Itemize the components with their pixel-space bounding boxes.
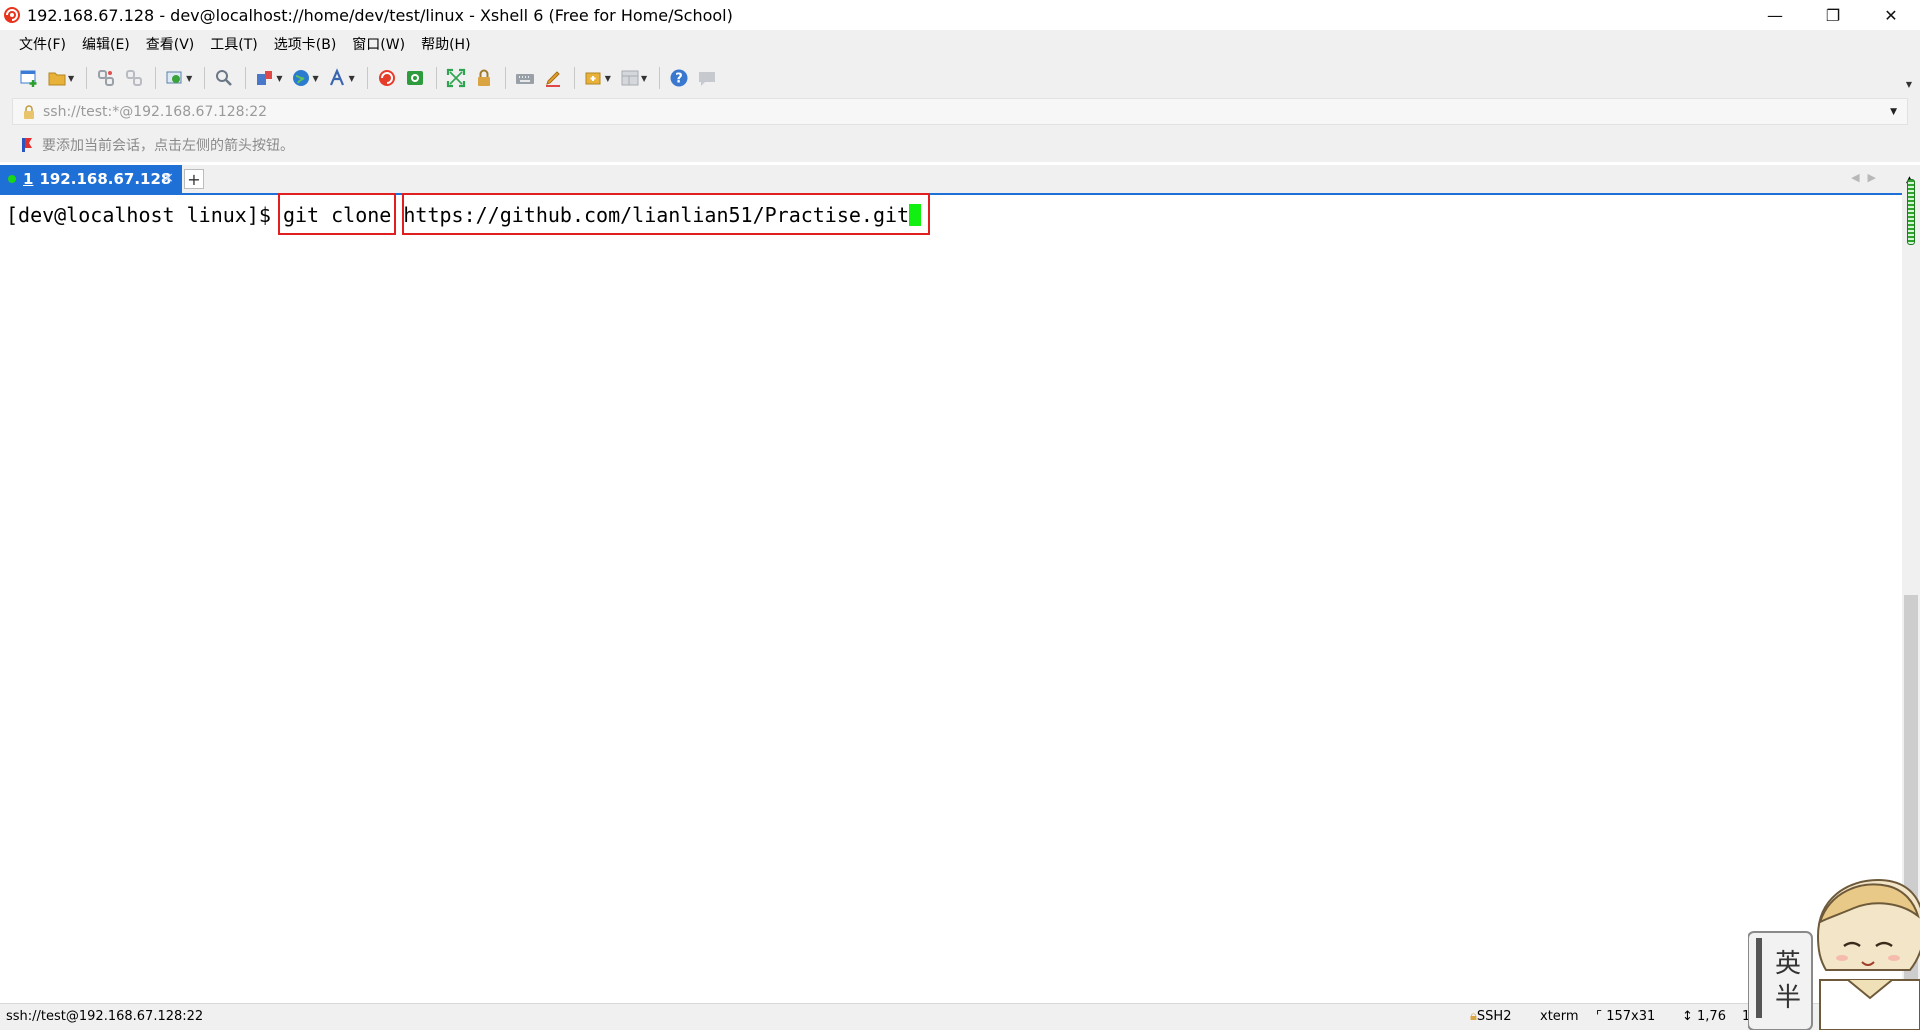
globe-icon[interactable] bbox=[288, 65, 314, 91]
status-bar: ssh://test@192.168.67.128:22 🔒︎SSH2 xter… bbox=[0, 1003, 1920, 1030]
toolbar-separator bbox=[435, 67, 437, 89]
toolbar-separator bbox=[86, 67, 88, 89]
properties-dropdown-icon[interactable]: ▼ bbox=[186, 74, 192, 83]
address-dropdown-icon[interactable]: ▼ bbox=[1890, 107, 1897, 117]
xftp-icon[interactable] bbox=[374, 65, 400, 91]
xshell-logo-icon bbox=[4, 7, 20, 23]
font-dropdown-icon[interactable]: ▼ bbox=[349, 74, 355, 83]
sticker-char-2: 半 bbox=[1775, 983, 1801, 1013]
tab-number: 1 bbox=[23, 170, 34, 188]
transfer-icon[interactable] bbox=[252, 65, 278, 91]
status-lock-icon: 🔒︎ bbox=[1470, 1009, 1477, 1024]
search-icon[interactable] bbox=[211, 65, 237, 91]
status-protocol: 🔒︎SSH2 bbox=[1470, 1009, 1511, 1024]
minimize-button[interactable]: — bbox=[1746, 0, 1804, 30]
toolbar-separator bbox=[204, 67, 206, 89]
menu-tools[interactable]: 工具(T) bbox=[210, 34, 257, 54]
open-dropdown-icon[interactable]: ▼ bbox=[68, 74, 74, 83]
menu-view[interactable]: 查看(V) bbox=[146, 34, 195, 54]
tab-close-icon[interactable]: × bbox=[162, 170, 174, 186]
address-lock-icon bbox=[24, 104, 34, 119]
shell-prompt: [dev@localhost linux]$ bbox=[6, 203, 283, 227]
highlight-icon[interactable] bbox=[540, 65, 566, 91]
chat-icon[interactable] bbox=[694, 65, 720, 91]
status-protocol-label: SSH2 bbox=[1476, 1009, 1512, 1024]
toolbar-overflow-icon[interactable]: ▼ bbox=[1906, 80, 1912, 89]
menu-window[interactable]: 窗口(W) bbox=[352, 34, 405, 54]
help-icon[interactable]: ? bbox=[666, 65, 692, 91]
session-hint-text: 要添加当前会话，点击左侧的箭头按钮。 bbox=[42, 138, 294, 154]
menu-edit[interactable]: 编辑(E) bbox=[82, 34, 130, 54]
svg-text:?: ? bbox=[675, 72, 683, 87]
globe-dropdown-icon[interactable]: ▼ bbox=[312, 74, 318, 83]
mascot-sticker: 英 半 bbox=[1748, 878, 1920, 1030]
url-highlight-box bbox=[402, 193, 930, 235]
session-hint-bar: 要添加当前会话，点击左侧的箭头按钮。 bbox=[0, 128, 1920, 162]
address-field[interactable]: ssh://test:*@192.168.67.128:22 ▼ bbox=[12, 98, 1908, 125]
toolbar-separator bbox=[573, 67, 575, 89]
transfer-dropdown-icon[interactable]: ▼ bbox=[276, 74, 282, 83]
xmanager-icon[interactable] bbox=[402, 65, 428, 91]
compose-icon[interactable] bbox=[581, 65, 607, 91]
window-controls: — ❐ ✕ bbox=[1746, 0, 1920, 30]
toolbar-separator bbox=[659, 67, 661, 89]
menu-help[interactable]: 帮助(H) bbox=[421, 34, 470, 54]
toolbar-separator bbox=[245, 67, 247, 89]
window-title: 192.168.67.128 - dev@localhost://home/de… bbox=[27, 5, 733, 25]
link-icon[interactable] bbox=[93, 65, 119, 91]
properties-icon[interactable] bbox=[162, 65, 188, 91]
layout-icon[interactable] bbox=[617, 65, 643, 91]
keyboard-icon[interactable] bbox=[512, 65, 538, 91]
tab-scroll-arrows[interactable]: ◀▶ bbox=[1851, 171, 1884, 184]
restore-button[interactable]: ❐ bbox=[1804, 0, 1862, 30]
address-bar: ssh://test:*@192.168.67.128:22 ▼ bbox=[0, 98, 1920, 128]
terminal-area[interactable]: [dev@localhost linux]$ git clone https:/… bbox=[0, 193, 1902, 1003]
open-folder-icon[interactable] bbox=[44, 65, 70, 91]
command-highlight-box bbox=[278, 193, 396, 235]
status-size: ⌜ 157x31 bbox=[1596, 1009, 1655, 1024]
menu-tabs[interactable]: 选项卡(B) bbox=[274, 34, 337, 54]
status-terminal-type: xterm bbox=[1540, 1009, 1579, 1024]
compose-dropdown-icon[interactable]: ▼ bbox=[605, 74, 611, 83]
status-position-label: 1,76 bbox=[1697, 1009, 1726, 1024]
status-size-icon: ⌜ bbox=[1596, 1009, 1607, 1024]
connection-status-dot bbox=[8, 175, 16, 183]
status-position-icon: ↕ bbox=[1682, 1009, 1698, 1024]
tab-label: 1 192.168.67.128 bbox=[23, 170, 171, 188]
toolbar: ▼ ▼ ▼ ▼ ▼ ▼ ▼ ? ▼ bbox=[0, 58, 1920, 98]
status-size-label: 157x31 bbox=[1606, 1009, 1656, 1024]
tab-host: 192.168.67.128 bbox=[39, 170, 172, 188]
menu-bar: 文件(F) 编辑(E) 查看(V) 工具(T) 选项卡(B) 窗口(W) 帮助(… bbox=[0, 30, 1920, 58]
new-session-icon[interactable] bbox=[16, 65, 42, 91]
address-value: ssh://test:*@192.168.67.128:22 bbox=[43, 103, 268, 120]
close-button[interactable]: ✕ bbox=[1862, 0, 1920, 30]
unlink-icon[interactable] bbox=[121, 65, 147, 91]
toolbar-separator bbox=[155, 67, 157, 89]
add-tab-button[interactable]: + bbox=[184, 169, 204, 189]
fullscreen-icon[interactable] bbox=[443, 65, 469, 91]
menu-file[interactable]: 文件(F) bbox=[19, 34, 66, 54]
status-connection: ssh://test@192.168.67.128:22 bbox=[6, 1009, 204, 1024]
scrollbar-marker-strip bbox=[1907, 179, 1915, 245]
layout-dropdown-icon[interactable]: ▼ bbox=[641, 74, 647, 83]
sticker-char-1: 英 bbox=[1775, 949, 1801, 979]
toolbar-separator bbox=[366, 67, 368, 89]
toolbar-separator bbox=[504, 67, 506, 89]
add-session-arrow-icon[interactable] bbox=[20, 137, 36, 153]
tab-session-1[interactable]: 1 192.168.67.128 × bbox=[0, 165, 182, 193]
lock-icon[interactable] bbox=[471, 65, 497, 91]
title-bar: 192.168.67.128 - dev@localhost://home/de… bbox=[0, 0, 1920, 30]
font-icon[interactable] bbox=[325, 65, 351, 91]
status-position: ↕ 1,76 bbox=[1682, 1009, 1726, 1024]
tab-bar: 1 192.168.67.128 × + ◀▶ bbox=[0, 165, 1920, 195]
